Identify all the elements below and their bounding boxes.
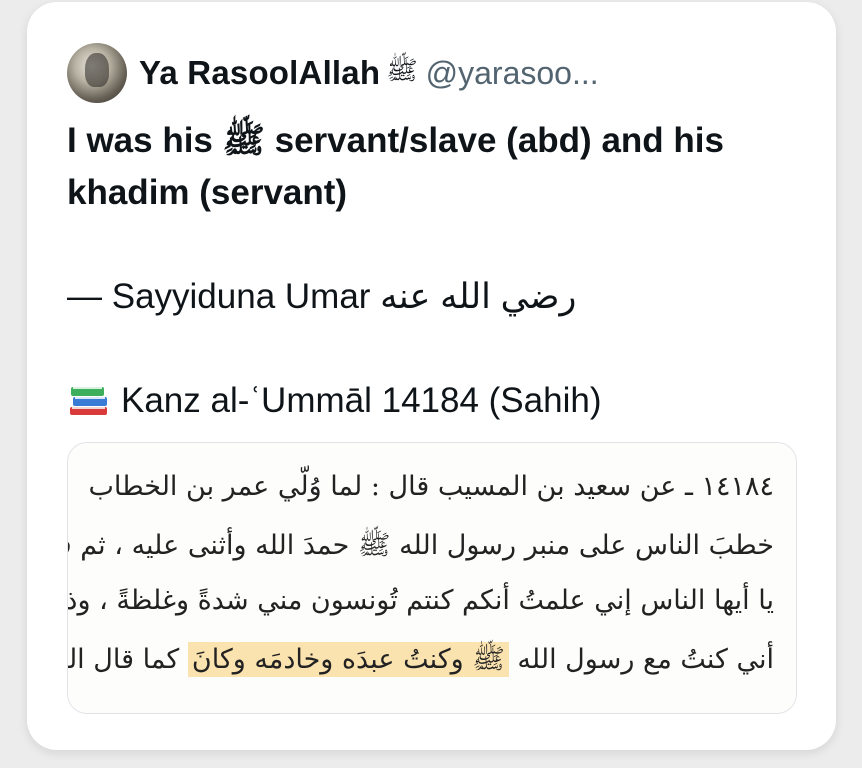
post-card[interactable]: Ya RasoolAllah ﷺ @yarasoo... I was his ﷺ… bbox=[27, 2, 836, 750]
avatar[interactable] bbox=[67, 43, 127, 103]
scan-text-segment: أني كنتُ مع رسول الله bbox=[517, 644, 774, 675]
scan-line: يا أيها الناس إني علمتُ أنكم كنتم تُونسو… bbox=[67, 585, 774, 616]
highlighted-phrase: ﷺ وكنتُ عبدَه وخادمَه وكانَ bbox=[187, 642, 509, 677]
post-text: I was his ﷺ servant/slave (abd) and his … bbox=[67, 115, 807, 427]
post-header: Ya RasoolAllah ﷺ @yarasoo... bbox=[67, 42, 599, 104]
author-display-name[interactable]: Ya RasoolAllah bbox=[139, 54, 380, 92]
author-handle[interactable]: @yarasoo... bbox=[426, 55, 599, 92]
scan-text-segment: كما قال الله bbox=[68, 644, 180, 675]
scan-line: خطبَ الناس على منبر رسول الله ﷺ حمدَ الل… bbox=[67, 530, 774, 561]
salawat-glyph: ﷺ bbox=[386, 56, 418, 86]
attached-image[interactable]: ١٤١٨٤ ـ عن سعيد بن المسيب قال : لما وُلّ… bbox=[67, 442, 797, 714]
source-text: Kanz al-ʿUmmāl 14184 (Sahih) bbox=[121, 381, 602, 420]
scan-line: ١٤١٨٤ ـ عن سعيد بن المسيب قال : لما وُلّ… bbox=[88, 471, 774, 502]
scan-line: أني كنتُ مع رسول الله ﷺ وكنتُ عبدَه وخاد… bbox=[68, 642, 774, 682]
post-text-main: I was his ﷺ servant/slave (abd) and his … bbox=[67, 121, 724, 212]
post-text-source: Kanz al-ʿUmmāl 14184 (Sahih) bbox=[67, 375, 807, 427]
books-icon bbox=[70, 387, 107, 415]
post-text-attribution: — Sayyiduna Umar رضي الله عنه bbox=[67, 277, 577, 316]
